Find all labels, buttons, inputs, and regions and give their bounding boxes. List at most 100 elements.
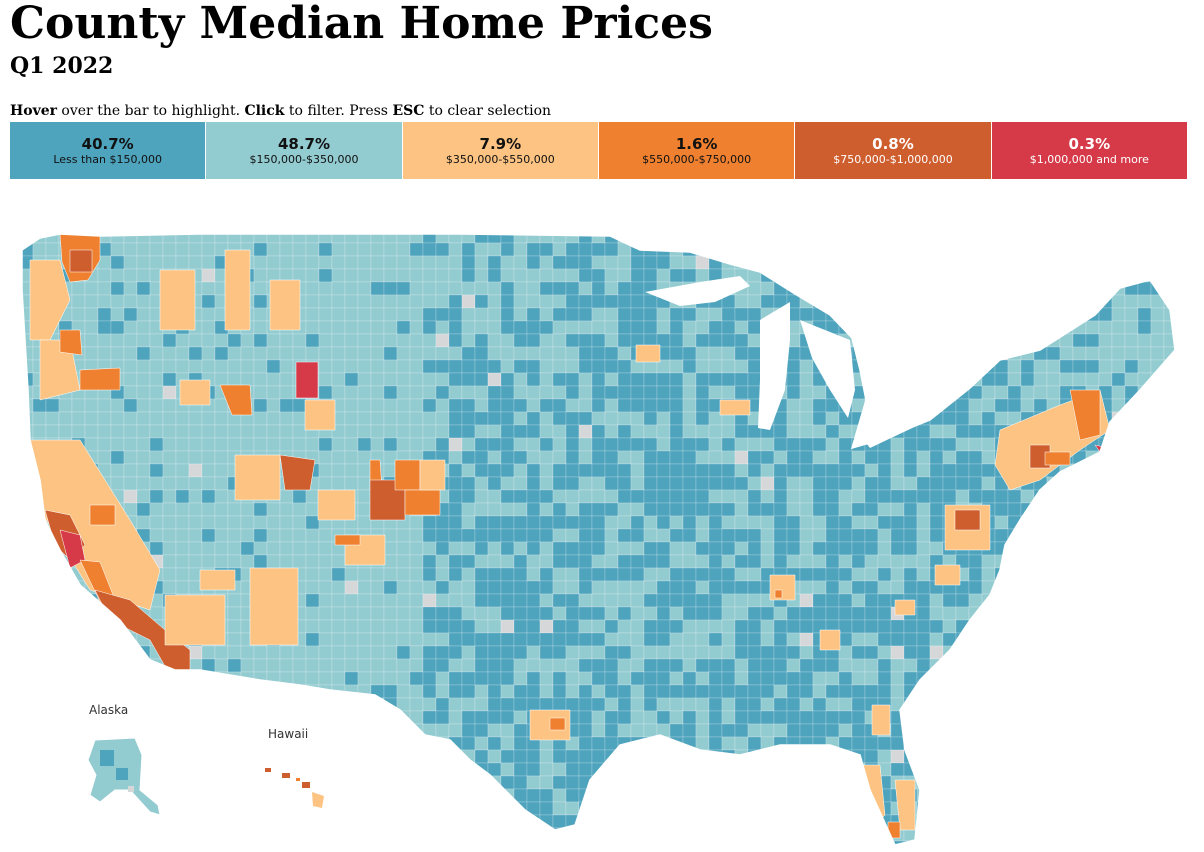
county-cell[interactable] bbox=[565, 437, 580, 452]
county-cell[interactable] bbox=[643, 710, 658, 725]
county-cell[interactable] bbox=[851, 710, 866, 725]
county-cell[interactable] bbox=[669, 567, 684, 582]
county-cell[interactable] bbox=[669, 827, 684, 842]
county-cell[interactable] bbox=[357, 567, 372, 582]
county-cell[interactable] bbox=[1163, 437, 1177, 452]
county-cell[interactable] bbox=[383, 749, 398, 764]
county-cell[interactable] bbox=[1085, 230, 1100, 244]
county-cell[interactable] bbox=[292, 242, 307, 257]
county-cell[interactable] bbox=[604, 723, 619, 738]
county-cell[interactable] bbox=[890, 567, 905, 582]
county-cell[interactable] bbox=[487, 554, 502, 569]
county-cell[interactable] bbox=[955, 359, 970, 374]
county-cell[interactable] bbox=[578, 463, 593, 478]
county-cell[interactable] bbox=[929, 658, 944, 673]
county-cell[interactable] bbox=[630, 619, 645, 634]
county-cell[interactable] bbox=[266, 385, 281, 400]
county-cell[interactable] bbox=[734, 632, 749, 647]
county-cell[interactable] bbox=[773, 541, 788, 556]
county-cell[interactable] bbox=[357, 489, 372, 504]
county-cell[interactable] bbox=[32, 528, 47, 543]
county-cell[interactable] bbox=[1137, 788, 1152, 803]
county-cell[interactable] bbox=[604, 398, 619, 413]
county-cell[interactable] bbox=[695, 788, 710, 803]
county-cell[interactable] bbox=[1177, 373, 1190, 386]
county-cell[interactable] bbox=[1007, 827, 1022, 842]
county-cell[interactable] bbox=[773, 230, 788, 244]
county-cell[interactable] bbox=[1033, 658, 1048, 673]
county-cell[interactable] bbox=[1124, 307, 1139, 322]
county-cell[interactable] bbox=[669, 268, 684, 283]
county-cell[interactable] bbox=[526, 619, 541, 634]
county-cell[interactable] bbox=[656, 437, 671, 452]
county-cell[interactable] bbox=[1020, 788, 1035, 803]
county-cell[interactable] bbox=[669, 476, 684, 491]
county-cell[interactable] bbox=[1033, 697, 1048, 712]
county-cell[interactable] bbox=[409, 411, 424, 426]
county-cell[interactable] bbox=[747, 840, 762, 852]
county-cell[interactable] bbox=[396, 749, 411, 764]
county-cell[interactable] bbox=[1020, 281, 1035, 296]
county-cell[interactable] bbox=[578, 398, 593, 413]
county-cell[interactable] bbox=[500, 749, 515, 764]
county-cell[interactable] bbox=[136, 502, 151, 517]
county-cell[interactable] bbox=[1124, 450, 1139, 465]
county-cell[interactable] bbox=[487, 580, 502, 595]
county-cell[interactable] bbox=[396, 242, 411, 257]
county-cell[interactable] bbox=[370, 398, 385, 413]
county-cell[interactable] bbox=[929, 606, 944, 621]
county-cell[interactable] bbox=[695, 567, 710, 582]
county-cell[interactable] bbox=[773, 671, 788, 686]
county-cell[interactable] bbox=[331, 658, 346, 673]
county-cell[interactable] bbox=[396, 606, 411, 621]
county-cell[interactable] bbox=[721, 528, 736, 543]
county-cell[interactable] bbox=[1124, 294, 1139, 309]
county-cell[interactable] bbox=[1111, 385, 1126, 400]
county-cell[interactable] bbox=[981, 385, 996, 400]
county-cell[interactable] bbox=[253, 385, 268, 400]
county-cell[interactable] bbox=[565, 697, 580, 712]
county-cell[interactable] bbox=[474, 645, 489, 660]
county-cell[interactable] bbox=[643, 645, 658, 660]
county-cell[interactable] bbox=[474, 255, 489, 270]
county-cell[interactable] bbox=[539, 801, 554, 816]
county-cell[interactable] bbox=[578, 333, 593, 348]
county-cell[interactable] bbox=[1163, 580, 1177, 595]
county-cell[interactable] bbox=[188, 736, 203, 751]
county-cell[interactable] bbox=[526, 567, 541, 582]
county-cell[interactable] bbox=[292, 762, 307, 777]
county-cell[interactable] bbox=[422, 827, 437, 842]
county-cell[interactable] bbox=[669, 658, 684, 673]
county-cell[interactable] bbox=[929, 528, 944, 543]
county-cell[interactable] bbox=[71, 424, 86, 439]
county-cell[interactable] bbox=[97, 281, 112, 296]
county-cell[interactable] bbox=[84, 671, 99, 686]
county-cell[interactable] bbox=[578, 489, 593, 504]
county-cell[interactable] bbox=[227, 710, 242, 725]
county-cell[interactable] bbox=[1059, 528, 1074, 543]
county-cell[interactable] bbox=[838, 255, 853, 270]
county-cell[interactable] bbox=[357, 580, 372, 595]
county-cell[interactable] bbox=[318, 840, 333, 852]
county-cell[interactable] bbox=[357, 710, 372, 725]
county-cell[interactable] bbox=[539, 437, 554, 452]
county-cell[interactable] bbox=[1163, 801, 1177, 816]
county-cell[interactable] bbox=[175, 840, 190, 852]
county-cell[interactable] bbox=[1177, 568, 1190, 581]
county-cell[interactable] bbox=[435, 541, 450, 556]
county-cell[interactable] bbox=[305, 593, 320, 608]
county-cell[interactable] bbox=[305, 489, 320, 504]
county-cell[interactable] bbox=[565, 606, 580, 621]
county-cell[interactable] bbox=[942, 385, 957, 400]
county-cell[interactable] bbox=[682, 359, 697, 374]
county-cell[interactable] bbox=[669, 346, 684, 361]
county-cell[interactable] bbox=[513, 736, 528, 751]
county-cell[interactable] bbox=[71, 684, 86, 699]
county-cell[interactable] bbox=[1033, 281, 1048, 296]
county-cell[interactable] bbox=[357, 775, 372, 790]
county-cell[interactable] bbox=[32, 541, 47, 556]
county-cell[interactable] bbox=[513, 840, 528, 852]
county-cell[interactable] bbox=[500, 398, 515, 413]
county-cell[interactable] bbox=[968, 632, 983, 647]
county-cell[interactable] bbox=[1163, 502, 1177, 517]
